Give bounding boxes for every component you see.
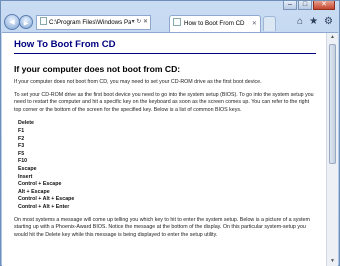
favorites-star-icon[interactable]: ★ xyxy=(309,16,318,27)
list-item: Insert xyxy=(18,173,33,180)
page-icon xyxy=(40,17,47,25)
list-item: F2 xyxy=(18,135,25,142)
intro-paragraph: If your computer does not boot from CD, … xyxy=(14,79,262,85)
bios-keys-list: Delete F1 F2 F3 F5 F10 Escape Insert Con… xyxy=(14,120,316,211)
back-button[interactable]: ◀ xyxy=(4,14,20,30)
address-controls[interactable]: ▾ ↻ ✕ xyxy=(132,16,148,29)
section-heading: If your computer does not boot from CD: xyxy=(14,64,181,74)
tools-gear-icon[interactable]: ⚙ xyxy=(324,16,333,27)
vertical-scrollbar[interactable]: ▲ ▼ xyxy=(326,33,338,266)
toolbar-icons: ⌂ ★ ⚙ xyxy=(297,16,333,27)
navigation-bar: ◀ ▶ C:\Program Files\Windows Password ▾ … xyxy=(1,12,339,32)
home-icon[interactable]: ⌂ xyxy=(297,16,303,27)
list-item: F3 xyxy=(18,143,25,150)
tab-close-icon[interactable]: ✕ xyxy=(252,16,257,31)
forward-button[interactable]: ▶ xyxy=(19,15,33,29)
list-item: Control + Escape xyxy=(18,181,62,188)
scroll-down-icon[interactable]: ▼ xyxy=(327,257,338,266)
list-item: F5 xyxy=(18,150,25,157)
article: How To Boot From CD If your computer doe… xyxy=(2,33,326,266)
bios-paragraph: To set your CD-ROM drive as the first bo… xyxy=(14,91,314,113)
forward-arrow-icon: ▶ xyxy=(23,21,29,27)
maximize-button[interactable]: □ xyxy=(298,1,312,10)
new-tab-button[interactable] xyxy=(263,16,276,31)
address-text: C:\Program Files\Windows Password xyxy=(49,19,131,26)
list-item: F1 xyxy=(18,127,25,134)
tab-how-to-boot[interactable]: How to Boot From CD ✕ xyxy=(169,15,261,32)
back-arrow-icon: ◀ xyxy=(9,19,15,26)
tab-title: How to Boot From CD xyxy=(184,20,245,27)
list-item: Delete xyxy=(18,120,34,127)
address-bar[interactable]: C:\Program Files\Windows Password ▾ ↻ ✕ xyxy=(36,15,151,30)
close-button[interactable]: ✕ xyxy=(313,1,335,10)
list-item: Alt + Escape xyxy=(18,188,50,195)
list-item: Control + Alt + Escape xyxy=(18,196,75,203)
setup-paragraph: On most systems a message will come up t… xyxy=(14,216,310,238)
list-item: F10 xyxy=(18,158,28,165)
minimize-button[interactable]: – xyxy=(283,1,297,10)
list-item: Escape xyxy=(18,165,37,172)
list-item: Control + Alt + Enter xyxy=(18,203,70,210)
page-content: How To Boot From CD If your computer doe… xyxy=(2,32,338,266)
window-controls: – □ ✕ xyxy=(283,1,335,10)
page-favicon-icon xyxy=(173,18,181,26)
title-bar: – □ ✕ xyxy=(1,1,339,11)
page-title: How To Boot From CD xyxy=(14,39,116,50)
title-divider xyxy=(14,53,316,54)
browser-window: – □ ✕ ◀ ▶ C:\Program Files\Windows Passw… xyxy=(0,0,340,266)
scroll-up-icon[interactable]: ▲ xyxy=(327,33,338,42)
scrollbar-thumb[interactable] xyxy=(329,44,336,164)
